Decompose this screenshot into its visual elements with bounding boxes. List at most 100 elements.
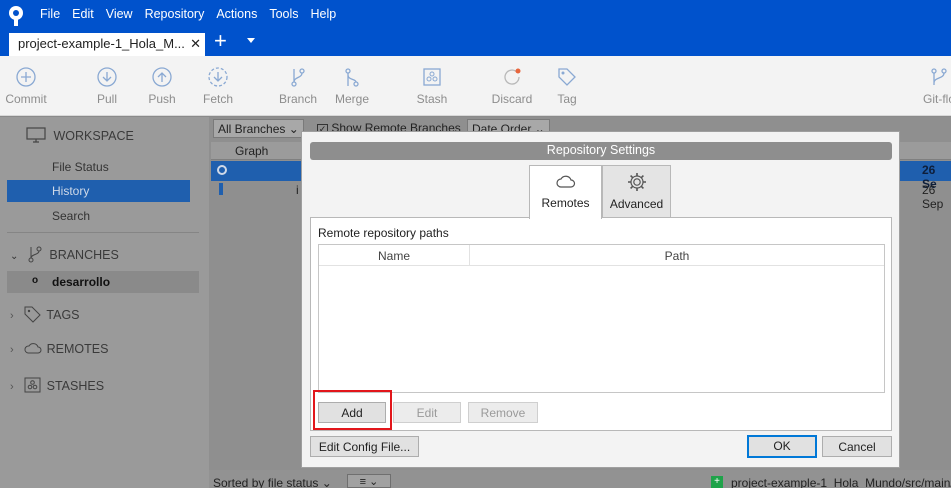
workspace-header[interactable]: WORKSPACE bbox=[26, 127, 206, 149]
remove-button[interactable]: Remove bbox=[468, 402, 538, 423]
close-tab-icon[interactable]: ✕ bbox=[190, 36, 201, 52]
sort-label: Sorted by file status bbox=[213, 476, 319, 488]
repository-settings-dialog: Repository Settings Remotes Advanced Rem… bbox=[301, 131, 900, 468]
added-file-icon: + bbox=[711, 476, 723, 488]
stash-icon bbox=[423, 68, 441, 86]
cancel-button[interactable]: Cancel bbox=[822, 436, 892, 457]
repo-tab[interactable]: project-example-1_Hola_M... ✕ bbox=[9, 33, 205, 56]
sidebar: WORKSPACE File Status History Search ⌄ B… bbox=[0, 117, 209, 488]
commit-button[interactable]: Commit bbox=[0, 66, 56, 106]
commit-node-icon bbox=[217, 165, 227, 175]
chevron-down-icon: ⌄ bbox=[288, 122, 299, 136]
chevron-down-icon: ⌄ bbox=[10, 251, 19, 262]
branch-name: desarrollo bbox=[52, 275, 111, 289]
tags-header[interactable]: › TAGS bbox=[10, 305, 200, 327]
merge-label: Merge bbox=[334, 92, 369, 106]
commit-label: Commit bbox=[5, 92, 47, 106]
discard-label: Discard bbox=[491, 92, 533, 106]
gitflow-label: Git-flo bbox=[922, 92, 951, 106]
tab-remotes[interactable]: Remotes bbox=[529, 165, 602, 219]
graph-line bbox=[219, 183, 223, 195]
tag-icon bbox=[558, 68, 576, 86]
all-branches-label: All Branches bbox=[218, 122, 286, 136]
menu-help[interactable]: Help bbox=[311, 7, 337, 21]
branch-icon bbox=[28, 246, 42, 263]
tab-advanced-label: Advanced bbox=[609, 197, 664, 211]
gear-icon bbox=[627, 173, 646, 191]
sort-dropdown[interactable]: Sorted by file status ⌄ bbox=[213, 476, 332, 488]
cloud-icon bbox=[555, 175, 575, 188]
panel-label: Remote repository paths bbox=[318, 226, 449, 240]
tags-label: TAGS bbox=[46, 308, 80, 322]
pull-button[interactable]: Pull bbox=[77, 66, 137, 106]
fetch-label: Fetch bbox=[202, 92, 233, 106]
branches-label: BRANCHES bbox=[49, 248, 119, 262]
tab-dropdown-icon[interactable] bbox=[247, 38, 255, 43]
monitor-icon bbox=[26, 127, 46, 143]
branches-header[interactable]: ⌄ BRANCHES bbox=[10, 245, 200, 267]
stash-icon bbox=[24, 377, 41, 393]
table-header: Name Path bbox=[319, 245, 884, 266]
merge-button[interactable]: Merge bbox=[322, 66, 382, 106]
dialog-title: Repository Settings bbox=[310, 142, 892, 160]
menu-view[interactable]: View bbox=[106, 7, 133, 21]
all-branches-dropdown[interactable]: All Branches ⌄ bbox=[213, 119, 304, 138]
discard-icon bbox=[504, 68, 521, 85]
stashes-header[interactable]: › STASHES bbox=[10, 376, 200, 398]
chevron-right-icon: › bbox=[10, 310, 14, 322]
path-column-header[interactable]: Path bbox=[470, 245, 884, 266]
stash-label: Stash bbox=[416, 92, 448, 106]
sidebar-item-branch-desarrollo[interactable]: o desarrollo bbox=[7, 271, 199, 293]
commit-date: 26 Sep bbox=[922, 183, 944, 211]
edit-button[interactable]: Edit bbox=[393, 402, 461, 423]
menu-edit[interactable]: Edit bbox=[72, 7, 94, 21]
tab-advanced[interactable]: Advanced bbox=[602, 165, 671, 218]
remotes-table[interactable]: Name Path bbox=[318, 244, 885, 393]
branch-icon bbox=[291, 68, 305, 87]
arrow-down-circle-icon bbox=[97, 67, 117, 87]
fetch-button[interactable]: Fetch bbox=[188, 66, 248, 106]
chevron-down-icon: ⌄ bbox=[321, 476, 332, 488]
branch-button[interactable]: Branch bbox=[268, 66, 328, 106]
file-path[interactable]: project-example-1_Hola_Mundo/src/main/ bbox=[731, 476, 951, 488]
remotes-panel: Remote repository paths Name Path Add Ed… bbox=[310, 217, 892, 431]
sidebar-item-history[interactable]: History bbox=[7, 180, 190, 202]
remotes-header[interactable]: › REMOTES bbox=[10, 341, 200, 363]
sourcetree-logo-icon bbox=[9, 6, 23, 26]
edit-config-file-button[interactable]: Edit Config File... bbox=[310, 436, 419, 457]
menu-tools[interactable]: Tools bbox=[269, 7, 298, 21]
menu-actions[interactable]: Actions bbox=[216, 7, 257, 21]
add-button-highlight bbox=[313, 390, 392, 430]
tag-button[interactable]: Tag bbox=[537, 66, 597, 106]
sidebar-item-search[interactable]: Search bbox=[7, 205, 190, 227]
fetch-icon bbox=[208, 67, 228, 87]
menu-bar: File Edit View Repository Actions Tools … bbox=[40, 7, 348, 21]
branch-label: Branch bbox=[278, 92, 318, 106]
commit-message: i bbox=[296, 183, 299, 197]
file-status-bar: Sorted by file status ⌄ ≡ ⌄ + project-ex… bbox=[209, 470, 951, 488]
toolbar: Commit Pull Push Fetch Branch Merge Stas… bbox=[0, 56, 951, 116]
chevron-right-icon: › bbox=[10, 381, 14, 393]
push-label: Push bbox=[148, 92, 176, 106]
current-branch-icon: o bbox=[32, 275, 39, 286]
stashes-label: STASHES bbox=[46, 379, 105, 393]
view-mode-dropdown[interactable]: ≡ ⌄ bbox=[347, 474, 391, 488]
ok-button[interactable]: OK bbox=[747, 435, 817, 458]
push-button[interactable]: Push bbox=[132, 66, 192, 106]
gitflow-button[interactable]: Git-flo bbox=[909, 66, 951, 106]
title-bar: File Edit View Repository Actions Tools … bbox=[0, 0, 951, 56]
menu-repository[interactable]: Repository bbox=[145, 7, 205, 21]
remotes-label: REMOTES bbox=[46, 342, 109, 356]
merge-icon bbox=[345, 68, 359, 87]
sidebar-item-file-status[interactable]: File Status bbox=[7, 156, 190, 178]
workspace-label: WORKSPACE bbox=[53, 129, 134, 143]
menu-file[interactable]: File bbox=[40, 7, 60, 21]
cloud-icon bbox=[24, 343, 42, 354]
tag-icon bbox=[24, 306, 41, 323]
plus-circle-icon bbox=[16, 67, 36, 87]
discard-button[interactable]: Discard bbox=[482, 66, 542, 106]
name-column-header[interactable]: Name bbox=[319, 245, 470, 266]
repo-tab-title: project-example-1_Hola_M... bbox=[18, 36, 185, 51]
new-tab-button[interactable]: + bbox=[214, 30, 227, 52]
stash-button[interactable]: Stash bbox=[402, 66, 462, 106]
